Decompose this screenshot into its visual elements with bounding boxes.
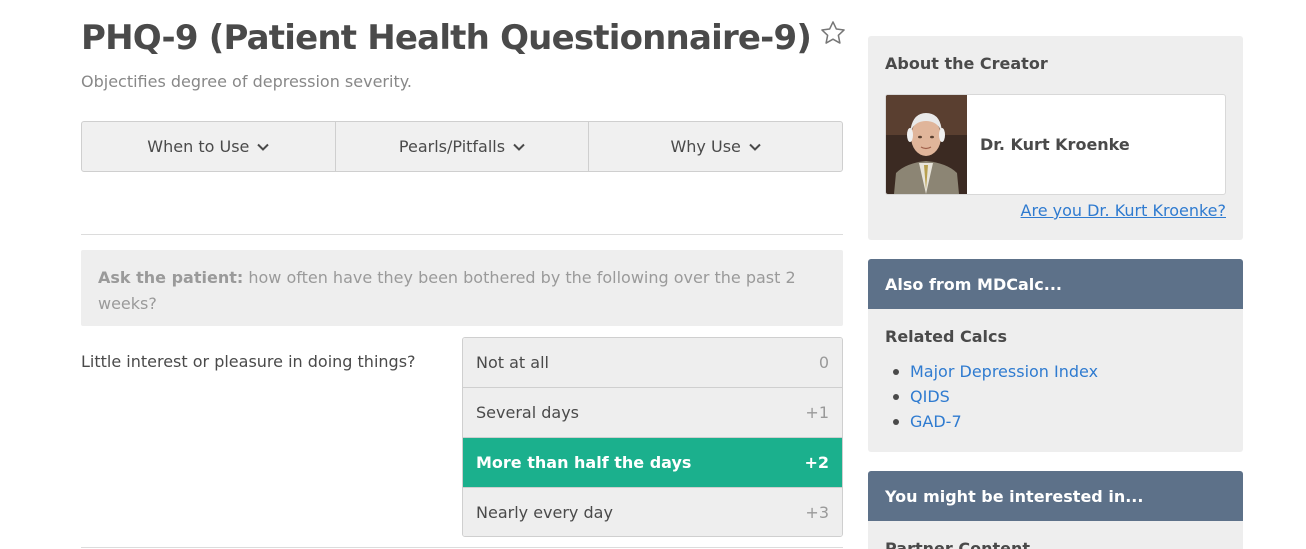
info-tabs: When to Use Pearls/Pitfalls Why Use [81,121,843,172]
option-points: +3 [805,502,829,522]
interested-body: Partner Content [868,521,1243,549]
option-more-than-half-the-days[interactable]: More than half the days +2 [463,438,842,488]
also-from-panel: Also from MDCalc... Related Calcs Major … [868,259,1243,452]
favorite-star-icon[interactable] [819,19,847,47]
answer-options: Not at all 0 Several days +1 More than h… [462,337,843,537]
tab-label: Pearls/Pitfalls [398,137,506,156]
interested-heading: You might be interested in... [868,471,1243,521]
tab-when-to-use[interactable]: When to Use [82,122,336,171]
question-label: Little interest or pleasure in doing thi… [81,352,416,371]
option-label: Not at all [476,353,549,372]
option-label: Nearly every day [476,502,613,522]
tab-why-use[interactable]: Why Use [589,122,842,171]
interested-panel: You might be interested in... Partner Co… [868,471,1243,549]
creator-card[interactable]: Dr. Kurt Kroenke [885,94,1226,195]
instructions-bold: Ask the patient: [98,268,244,287]
page-subtitle: Objectifies degree of depression severit… [81,72,412,91]
option-several-days[interactable]: Several days +1 [463,388,842,438]
page-title: PHQ-9 (Patient Health Questionnaire-9) [81,18,812,58]
partner-content-heading: Partner Content [885,539,1030,549]
chevron-down-icon [749,143,761,151]
creator-panel: About the Creator Dr. Kurt Kroenke Are y… [868,36,1243,240]
option-points: +1 [805,403,829,422]
related-calc-link[interactable]: GAD-7 [885,409,1226,434]
divider [81,547,843,548]
related-calc-link[interactable]: Major Depression Index [885,359,1226,384]
related-calcs-list: Major Depression Index QIDS GAD-7 [885,359,1226,434]
creator-name: Dr. Kurt Kroenke [980,135,1130,154]
option-points: 0 [818,353,829,372]
creator-heading: About the Creator [885,54,1048,73]
option-nearly-every-day[interactable]: Nearly every day +3 [463,488,842,536]
also-from-body: Related Calcs Major Depression Index QID… [868,309,1243,452]
related-calcs-heading: Related Calcs [885,327,1008,346]
creator-photo [886,95,967,194]
chevron-down-icon [513,143,525,151]
chevron-down-icon [257,143,270,151]
tab-label: When to Use [147,137,250,156]
claim-profile-link[interactable]: Are you Dr. Kurt Kroenke? [885,201,1226,220]
tab-label: Why Use [670,137,741,156]
option-points: +2 [804,453,829,472]
divider [81,234,843,235]
option-not-at-all[interactable]: Not at all 0 [463,338,842,388]
related-calc-link[interactable]: QIDS [885,384,1226,409]
title-row: PHQ-9 (Patient Health Questionnaire-9) [81,18,847,58]
also-from-heading: Also from MDCalc... [868,259,1243,309]
option-label: Several days [476,403,579,422]
instructions-box: Ask the patient: how often have they bee… [81,250,843,326]
option-label: More than half the days [476,453,692,472]
tab-pearls-pitfalls[interactable]: Pearls/Pitfalls [336,122,590,171]
